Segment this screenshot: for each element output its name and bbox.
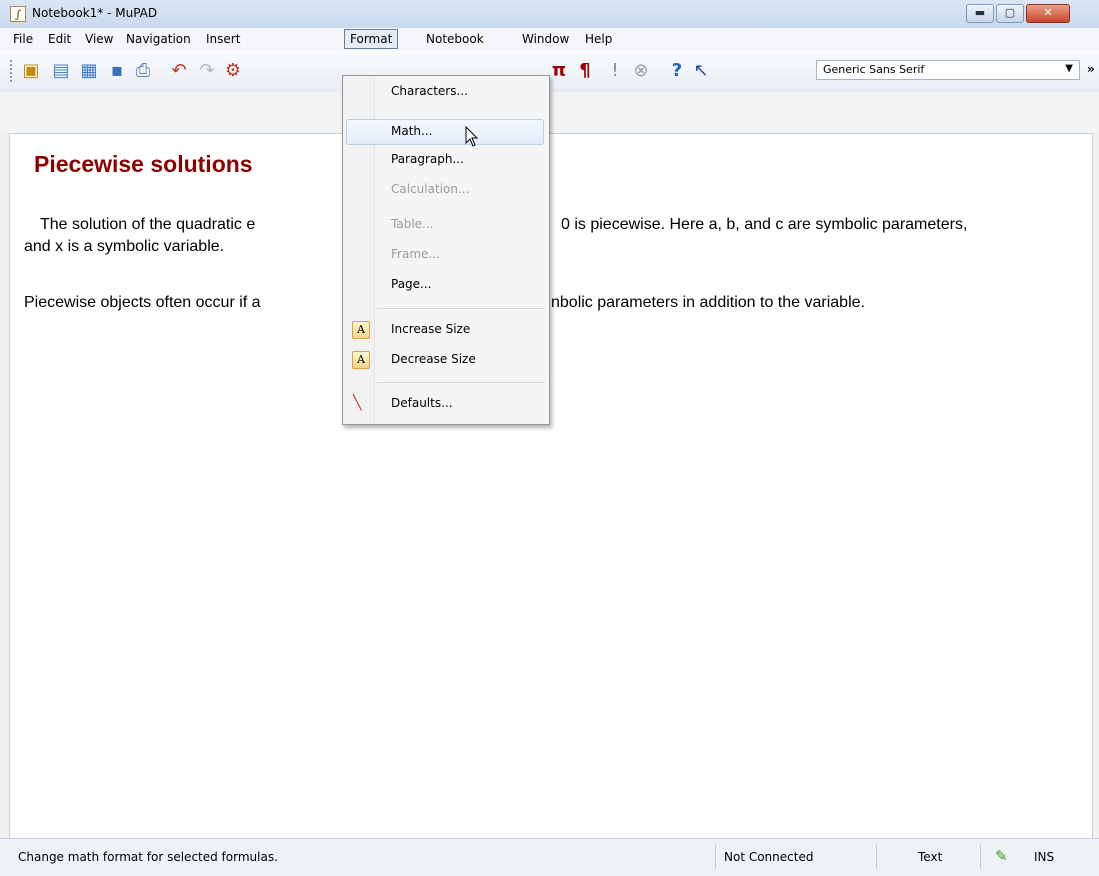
- menu-item-label: Characters...: [391, 84, 468, 98]
- menu-item-math[interactable]: Math...: [346, 119, 544, 145]
- paragraph-1-line-2: and x is a symbolic variable.: [24, 238, 225, 255]
- status-separator: [980, 845, 981, 869]
- menu-format[interactable]: Format: [344, 29, 399, 49]
- print-icon[interactable]: ⎙: [132, 60, 154, 82]
- paragraph-1-line-1-part-a: The solution of the quadratic e: [40, 216, 256, 233]
- menu-item-calculation: Calculation...: [346, 177, 544, 203]
- calculation-icon[interactable]: ⚙: [222, 60, 244, 82]
- menu-insert[interactable]: Insert: [201, 30, 245, 48]
- menu-item-table: Table...: [346, 212, 544, 238]
- mouse-cursor-icon: [465, 126, 479, 147]
- paragraph-2-part-a: Piecewise objects often occur if a: [24, 294, 261, 311]
- increase-size-icon: A: [352, 321, 370, 339]
- menu-item-label: Defaults...: [391, 396, 453, 410]
- decrease-size-icon: A: [352, 351, 370, 369]
- open-icon[interactable]: ▦: [78, 60, 100, 82]
- menu-window[interactable]: Window: [517, 30, 574, 48]
- help-icon[interactable]: ?: [666, 60, 688, 82]
- menu-navigation[interactable]: Navigation: [121, 30, 196, 48]
- close-button[interactable]: ✕: [1026, 4, 1070, 23]
- menu-separator: [377, 382, 545, 383]
- mode-status: Text: [918, 850, 943, 864]
- menu-item-defaults[interactable]: ╲ Defaults...: [346, 391, 544, 417]
- page-title: Piecewise solutions: [34, 151, 253, 177]
- paragraph-icon[interactable]: ¶: [574, 60, 596, 82]
- redo-icon[interactable]: ↷: [196, 60, 218, 82]
- mupad-window: ∫ Notebook1* - MuPAD ▬ ▢ ✕ File Edit Vie…: [0, 0, 1099, 876]
- title-bar: ∫ Notebook1* - MuPAD ▬ ▢ ✕: [0, 0, 1099, 29]
- menu-view[interactable]: View: [80, 30, 118, 48]
- menu-item-page[interactable]: Page...: [346, 272, 544, 298]
- notebook-document[interactable]: Piecewise solutions The solution of the …: [9, 133, 1093, 840]
- menu-item-label: Decrease Size: [391, 352, 476, 366]
- toolbar-overflow-icon[interactable]: »: [1087, 62, 1095, 76]
- maximize-button[interactable]: ▢: [996, 4, 1024, 23]
- menu-item-label: Paragraph...: [391, 152, 464, 166]
- menu-item-label: Frame...: [391, 247, 440, 261]
- undo-icon[interactable]: ↶: [168, 60, 190, 82]
- menu-item-decrease-size[interactable]: A Decrease Size: [346, 347, 544, 373]
- font-select[interactable]: Generic Sans Serif ▼: [816, 60, 1080, 80]
- menu-item-paragraph[interactable]: Paragraph...: [346, 147, 544, 173]
- new-notebook-icon[interactable]: ▣: [20, 60, 42, 82]
- menu-item-label: Table...: [391, 217, 434, 231]
- menu-notebook[interactable]: Notebook: [421, 30, 489, 48]
- menu-item-frame: Frame...: [346, 242, 544, 268]
- paragraph-1-line-1-part-b: 0 is piecewise. Here a, b, and c are sym…: [561, 216, 968, 233]
- menu-separator: [377, 308, 545, 309]
- pencil-icon: ✎: [995, 847, 1008, 865]
- save-icon[interactable]: ▪: [106, 60, 128, 82]
- defaults-icon: ╲: [353, 395, 362, 411]
- menu-edit[interactable]: Edit: [43, 30, 76, 48]
- status-bar: Change math format for selected formulas…: [0, 838, 1099, 876]
- menu-item-label: Calculation...: [391, 182, 470, 196]
- paragraph-2-part-b: nbolic parameters in addition to the var…: [551, 294, 865, 311]
- status-separator: [876, 845, 877, 869]
- format-menu-dropdown: Characters... Math... Paragraph... Calcu…: [342, 75, 550, 425]
- menu-item-increase-size[interactable]: A Increase Size: [346, 317, 544, 343]
- menu-file[interactable]: File: [8, 30, 38, 48]
- insert-mode-status: INS: [1034, 850, 1055, 864]
- connection-status: Not Connected: [724, 850, 814, 864]
- minimize-button[interactable]: ▬: [966, 4, 994, 23]
- menu-item-characters[interactable]: Characters...: [346, 79, 544, 105]
- toolbar-grip[interactable]: [10, 60, 15, 82]
- menu-help[interactable]: Help: [580, 30, 617, 48]
- menu-item-label: Increase Size: [391, 322, 471, 336]
- warning-icon[interactable]: !: [604, 60, 626, 82]
- chevron-down-icon[interactable]: ▼: [1065, 63, 1073, 74]
- stop-icon[interactable]: ⊗: [630, 60, 652, 82]
- window-title: Notebook1* - MuPAD: [32, 6, 158, 20]
- new-editor-icon[interactable]: ▤: [50, 60, 72, 82]
- context-help-icon[interactable]: ↖: [690, 60, 712, 82]
- mupad-icon[interactable]: ∫: [10, 6, 26, 22]
- menu-bar: File Edit View Navigation Insert Format …: [0, 28, 1099, 51]
- status-message: Change math format for selected formulas…: [18, 850, 278, 864]
- insert-math-icon[interactable]: π: [548, 60, 570, 82]
- status-separator: [715, 845, 716, 869]
- menu-item-label: Math...: [391, 124, 433, 138]
- font-select-value: Generic Sans Serif: [823, 63, 925, 76]
- menu-item-label: Page...: [391, 277, 432, 291]
